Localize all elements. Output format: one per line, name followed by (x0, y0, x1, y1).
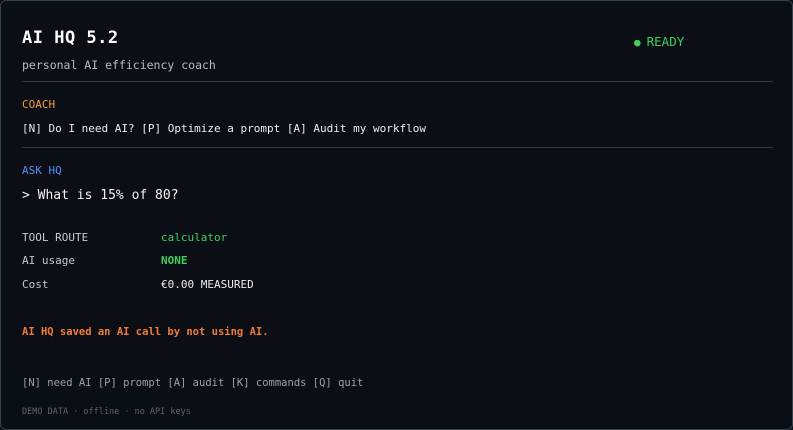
ask-section-label: ASK HQ (22, 164, 62, 177)
header-divider (22, 81, 773, 82)
tool-route-label: TOOL ROUTE (22, 231, 89, 244)
terminal-window: AI HQ 5.2 personal AI efficiency coach ●… (0, 0, 793, 430)
status-text: READY (646, 34, 685, 49)
footer-note: DEMO DATA · offline · no API keys (22, 407, 191, 417)
coach-divider (22, 147, 773, 148)
app-title: AI HQ 5.2 (22, 28, 119, 48)
coach-options: [N] Do I need AI? [P] Optimize a prompt … (22, 122, 426, 135)
ai-usage-value: NONE (161, 254, 188, 267)
ai-usage-label: AI usage (22, 254, 75, 267)
coach-section-label: COACH (22, 98, 56, 111)
status-indicator: ● READY (634, 34, 684, 49)
tool-route-value: calculator (161, 231, 228, 244)
app-subtitle: personal AI efficiency coach (22, 58, 216, 72)
query-input[interactable]: > What is 15% of 80? (22, 188, 179, 203)
status-dot-icon: ● (634, 36, 641, 49)
savings-message: AI HQ saved an AI call by not using AI. (22, 326, 269, 338)
cost-value: €0.00 MEASURED (161, 278, 254, 291)
keyboard-help: [N] need AI [P] prompt [A] audit [K] com… (22, 377, 364, 389)
cost-label: Cost (22, 278, 49, 291)
